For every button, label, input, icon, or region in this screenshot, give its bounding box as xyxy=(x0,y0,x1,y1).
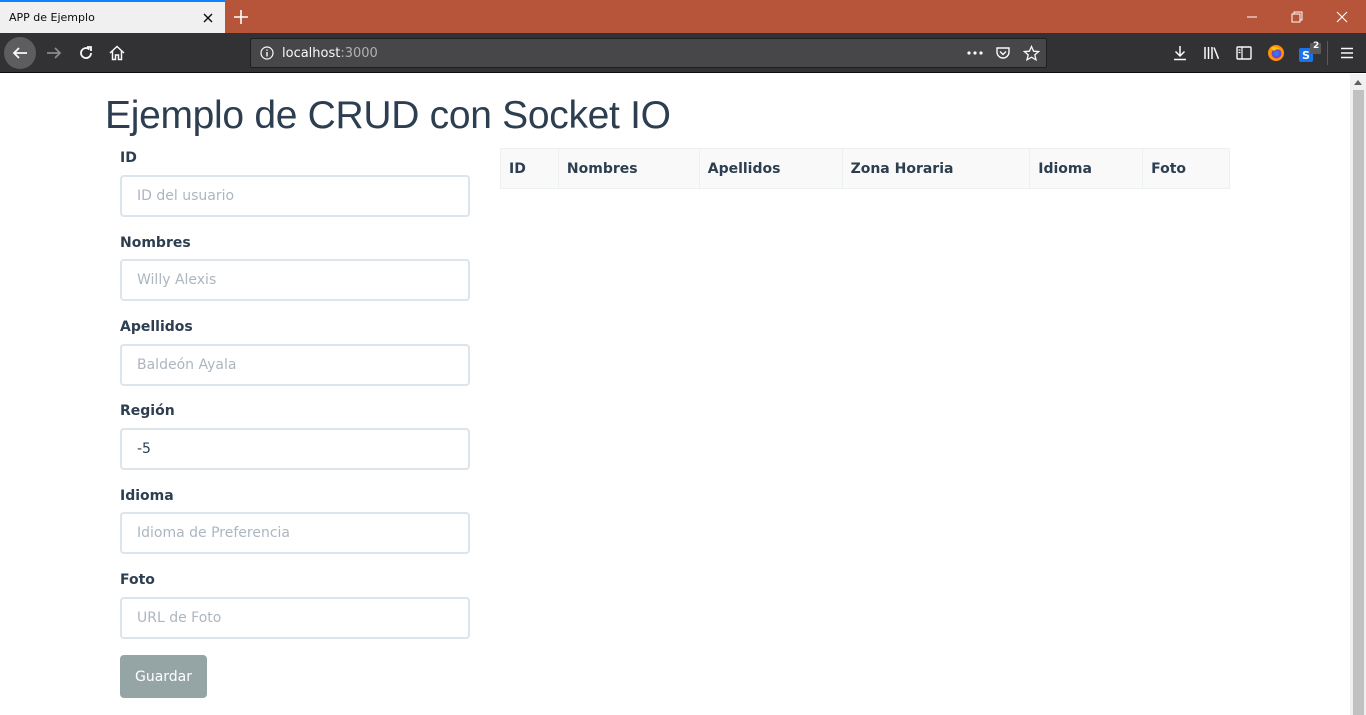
toolbar-separator xyxy=(1327,41,1328,65)
back-arrow-icon[interactable] xyxy=(4,37,36,69)
page-title: Ejemplo de CRUD con Socket IO xyxy=(105,94,671,137)
site-info-icon[interactable] xyxy=(256,42,278,64)
sidebar-icon[interactable] xyxy=(1232,41,1256,65)
save-button[interactable]: Guardar xyxy=(120,655,207,698)
svg-text:S: S xyxy=(1302,49,1310,62)
url-bar[interactable]: localhost:3000 xyxy=(250,38,1047,68)
download-icon[interactable] xyxy=(1168,41,1192,65)
page-actions-icon[interactable] xyxy=(964,42,986,64)
firefox-account-icon[interactable] xyxy=(1264,41,1288,65)
minimize-icon[interactable] xyxy=(1230,0,1274,33)
column-header-zona-horaria[interactable]: Zona Horaria xyxy=(841,148,1031,189)
pocket-icon[interactable] xyxy=(992,42,1014,64)
foto-input[interactable] xyxy=(120,597,470,639)
browser-tab[interactable]: APP de Ejemplo xyxy=(0,0,225,33)
page-content: Ejemplo de CRUD con Socket IO ID Nombres… xyxy=(0,74,1350,715)
close-window-icon[interactable] xyxy=(1320,0,1364,33)
tab-close-icon[interactable] xyxy=(201,11,215,25)
home-icon[interactable] xyxy=(101,37,133,69)
column-header-idioma[interactable]: Idioma xyxy=(1029,148,1144,189)
region-input[interactable] xyxy=(120,428,470,470)
id-input[interactable] xyxy=(120,175,470,217)
url-host: localhost xyxy=(282,45,341,61)
page-scrollbar[interactable] xyxy=(1350,74,1366,715)
url-port: :3000 xyxy=(340,45,378,61)
foto-label: Foto xyxy=(120,572,155,588)
bookmark-star-icon[interactable] xyxy=(1020,42,1042,64)
sync-extension-icon[interactable]: S 2 xyxy=(1297,41,1321,65)
scrollbar-thumb[interactable] xyxy=(1353,90,1364,715)
idioma-input[interactable] xyxy=(120,512,470,554)
idioma-label: Idioma xyxy=(120,488,174,504)
sync-badge: 2 xyxy=(1313,41,1320,51)
url-text: localhost:3000 xyxy=(282,46,378,61)
forward-arrow-icon[interactable] xyxy=(38,37,70,69)
new-tab-icon[interactable] xyxy=(229,5,253,29)
restore-icon[interactable] xyxy=(1275,0,1319,33)
region-label: Región xyxy=(120,403,175,419)
reload-icon[interactable] xyxy=(70,37,102,69)
column-header-apellidos[interactable]: Apellidos xyxy=(698,148,843,189)
tab-title: APP de Ejemplo xyxy=(9,11,95,24)
library-icon[interactable] xyxy=(1200,41,1224,65)
browser-titlebar: APP de Ejemplo xyxy=(0,0,1366,33)
users-table: ID Nombres Apellidos Zona Horaria Idioma… xyxy=(500,148,1230,189)
id-label: ID xyxy=(120,150,137,166)
apellidos-input[interactable] xyxy=(120,344,470,386)
menu-icon[interactable] xyxy=(1335,41,1359,65)
nombres-input[interactable] xyxy=(120,259,470,301)
browser-toolbar: localhost:3000 S 2 xyxy=(0,33,1366,73)
nombres-label: Nombres xyxy=(120,235,191,251)
table-header-row: ID Nombres Apellidos Zona Horaria Idioma… xyxy=(500,148,1230,189)
column-header-foto[interactable]: Foto xyxy=(1142,148,1230,189)
column-header-nombres[interactable]: Nombres xyxy=(557,148,700,189)
apellidos-label: Apellidos xyxy=(120,319,193,335)
scroll-up-icon[interactable] xyxy=(1350,74,1366,90)
column-header-id[interactable]: ID xyxy=(500,148,559,189)
